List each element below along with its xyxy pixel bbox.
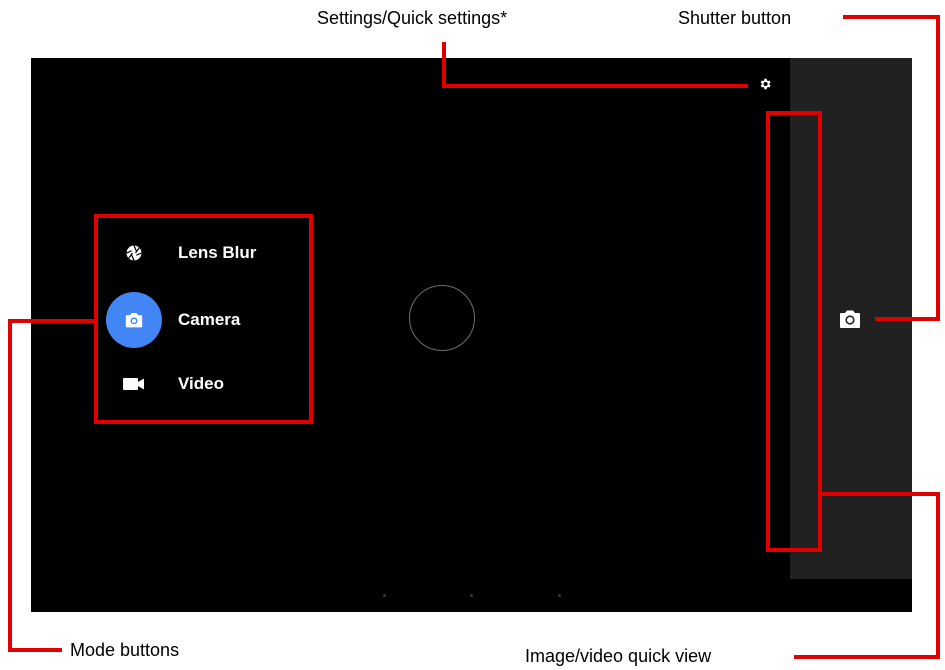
- mode-buttons-highlight: [94, 214, 313, 424]
- quick-view-callout-label: Image/video quick view: [525, 646, 712, 666]
- settings-callout-line: [442, 42, 446, 88]
- quick-view-highlight: [766, 111, 822, 552]
- page-indicator-dot: [558, 594, 561, 597]
- focus-ring: [409, 285, 475, 351]
- shutter-button[interactable]: [836, 305, 864, 333]
- shutter-callout-line: [936, 15, 940, 321]
- camera-icon: [840, 310, 860, 328]
- settings-button[interactable]: [757, 76, 773, 92]
- gear-icon: [760, 78, 771, 90]
- shutter-callout-line: [875, 317, 940, 321]
- mode-callout-line: [8, 648, 62, 652]
- quick-view-callout-line: [794, 655, 940, 659]
- shutter-callout-label: Shutter button: [678, 8, 792, 28]
- mode-buttons-callout-label: Mode buttons: [70, 640, 180, 660]
- mode-callout-line: [8, 319, 12, 652]
- quick-view-callout-line: [936, 492, 940, 659]
- shutter-callout-line: [843, 15, 940, 19]
- settings-callout-label: Settings/Quick settings*: [317, 8, 508, 28]
- page-indicator-dot: [383, 594, 386, 597]
- mode-callout-line: [8, 319, 96, 323]
- page-indicator-dot: [470, 594, 473, 597]
- quick-view-callout-line: [820, 492, 940, 496]
- settings-callout-line: [442, 84, 748, 88]
